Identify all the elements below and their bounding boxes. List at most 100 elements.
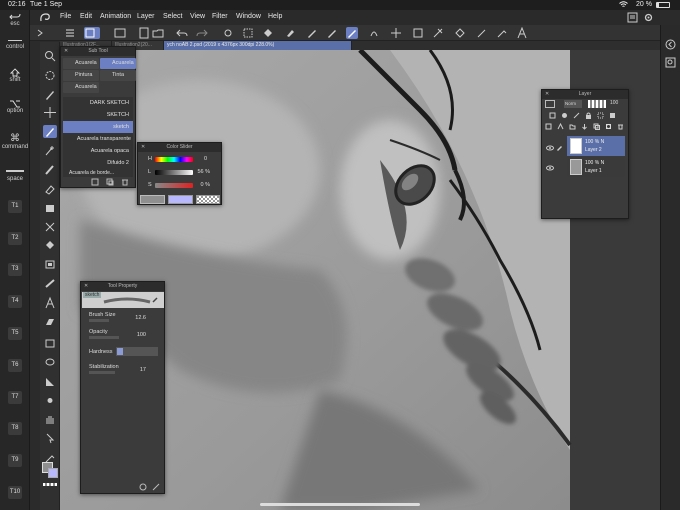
main-color-chip[interactable] [140, 195, 165, 204]
menu-window[interactable]: Window [236, 13, 261, 20]
delete-layer-icon[interactable] [617, 123, 624, 132]
menu-help[interactable]: Help [268, 13, 282, 20]
eye-icon[interactable] [546, 145, 554, 153]
esc-key[interactable]: esc [0, 13, 30, 27]
new-canvas-icon[interactable] [138, 27, 150, 39]
deselect-icon[interactable] [242, 27, 254, 39]
brush-tool-icon[interactable] [43, 163, 57, 176]
stabilization-value[interactable]: 17 [140, 367, 146, 373]
menu-view[interactable]: View [190, 13, 205, 20]
select-rect-tool-icon[interactable] [43, 337, 57, 350]
sparkle-tool-icon[interactable] [43, 144, 57, 157]
menu-filter[interactable]: Filter [212, 13, 228, 20]
new-folder-icon[interactable] [569, 123, 576, 132]
t6-key[interactable]: T6 [8, 359, 22, 372]
blend-mode-dropdown[interactable]: Norm [564, 100, 582, 108]
view-mode-icon[interactable] [84, 27, 100, 39]
merge-down-icon[interactable] [581, 123, 588, 132]
rotate-tool-icon[interactable] [43, 69, 57, 82]
command-key[interactable]: ⌘ command [0, 134, 30, 151]
sub-color-swatch[interactable] [48, 468, 58, 478]
object-tool-icon[interactable] [43, 432, 57, 445]
undo-icon[interactable] [176, 27, 188, 39]
mask-icon[interactable] [609, 112, 616, 121]
subtab-tinta[interactable]: Tinta [100, 70, 136, 81]
transparent-chip[interactable] [196, 195, 220, 204]
text-tool-icon[interactable] [516, 26, 528, 39]
menu-edit[interactable]: Edit [80, 13, 92, 20]
t9-key[interactable]: T9 [8, 454, 22, 467]
draft-icon[interactable] [573, 112, 580, 121]
subtab-pintura[interactable]: Pintura [63, 70, 99, 81]
menu-select[interactable]: Select [163, 13, 182, 20]
control-key[interactable]: control [0, 40, 30, 50]
clip-icon[interactable] [549, 112, 556, 121]
tab-active-document[interactable]: ych noAB 2.psd (2019 x 4376px 300dpi 228… [164, 41, 352, 50]
lock-transparent-icon[interactable] [597, 112, 604, 121]
t5-key[interactable]: T5 [8, 327, 22, 340]
saturation-slider[interactable] [155, 183, 193, 188]
eraser-icon[interactable] [284, 27, 296, 39]
pen-tool-icon[interactable] [43, 88, 57, 101]
menu-list-icon[interactable] [64, 27, 76, 39]
brush-acuarela-transparente[interactable]: Acuarela transparente [63, 133, 133, 145]
brush-sketch-selected[interactable]: sketch [63, 121, 133, 133]
hue-slider[interactable] [155, 157, 193, 162]
lasso-fill-icon[interactable] [432, 27, 444, 39]
t2-key[interactable]: T2 [8, 232, 22, 245]
opacity-slider[interactable] [89, 336, 119, 339]
menu-layer[interactable]: Layer [137, 13, 155, 20]
collapse-arrow-icon[interactable] [34, 27, 46, 39]
zoom-tool-icon[interactable] [43, 50, 57, 63]
layer-mask-icon[interactable] [605, 123, 612, 132]
open-file-icon[interactable] [152, 27, 164, 39]
fill-tool-icon[interactable] [43, 201, 57, 214]
sparkle-icon[interactable] [390, 27, 402, 39]
balloon-tool-icon[interactable] [43, 315, 57, 328]
new-vector-layer-icon[interactable] [557, 122, 564, 132]
t8-key[interactable]: T8 [8, 422, 22, 435]
eraser-tool-icon[interactable] [43, 182, 57, 195]
brush-acuarela-opaca[interactable]: Acuarela opaca [63, 145, 133, 157]
sub-color-chip[interactable] [168, 195, 193, 204]
opacity-value[interactable]: 100 [137, 332, 146, 338]
redo-icon[interactable] [196, 27, 208, 39]
app-logo-icon[interactable] [39, 12, 51, 25]
t3-key[interactable]: T3 [8, 263, 22, 276]
lock-icon[interactable] [585, 112, 592, 121]
navigator-icon[interactable] [665, 57, 676, 70]
subtab-acuarela-2[interactable]: Acuarela [100, 58, 136, 69]
brush-size-value[interactable]: 12.6 [135, 315, 146, 321]
pencil-active-icon[interactable] [346, 27, 358, 39]
stabilization-slider[interactable] [89, 371, 115, 374]
reset-icon[interactable] [139, 483, 147, 493]
pen-icon[interactable] [306, 27, 318, 39]
brush-difuido-2[interactable]: Difuido 2 [63, 157, 133, 169]
ruler-tool-icon[interactable] [43, 277, 57, 290]
line-tool-icon[interactable] [43, 375, 57, 388]
layer-property-icon[interactable] [545, 100, 555, 108]
blend-icon[interactable] [368, 27, 380, 39]
settings-icon[interactable] [152, 483, 160, 493]
gradient-tool-icon[interactable] [43, 239, 57, 252]
brush-dark-sketch[interactable]: DARK SKETCH [63, 97, 133, 109]
layer-opacity-value[interactable]: 100 [610, 100, 618, 106]
gallery-icon[interactable] [114, 27, 126, 39]
new-raster-layer-icon[interactable] [545, 123, 552, 132]
t7-key[interactable]: T7 [8, 391, 22, 404]
magic-wand-icon[interactable] [476, 27, 488, 39]
copy-brush-icon[interactable] [106, 178, 114, 188]
t1-key[interactable]: T1 [8, 200, 22, 213]
select-rect-icon[interactable] [412, 27, 424, 39]
layer-row-layer-1[interactable]: 100 % N Layer 1 [567, 157, 625, 177]
quick-access-icon[interactable] [627, 12, 638, 25]
brush-size-slider[interactable] [89, 319, 109, 322]
delete-brush-icon[interactable] [121, 178, 129, 188]
eye-icon[interactable] [546, 165, 554, 173]
brush-sketch[interactable]: SKETCH [63, 109, 133, 121]
close-icon[interactable]: ✕ [141, 143, 145, 152]
settings-icon[interactable] [222, 27, 234, 39]
collapse-left-icon[interactable] [665, 39, 676, 52]
menu-file[interactable]: File [60, 13, 71, 20]
lightness-slider[interactable] [155, 170, 193, 175]
